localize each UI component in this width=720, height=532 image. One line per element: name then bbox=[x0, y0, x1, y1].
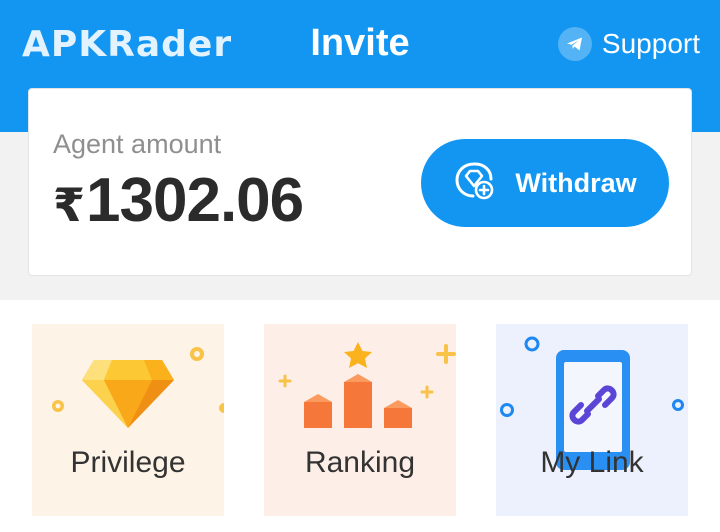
diamond-icon bbox=[52, 347, 224, 428]
agent-amount-card: Agent amount ₹1302.06 Withdraw bbox=[28, 88, 692, 276]
amount-number: 1302.06 bbox=[86, 166, 304, 235]
withdraw-button[interactable]: Withdraw bbox=[421, 139, 669, 227]
withdraw-label: Withdraw bbox=[515, 167, 637, 198]
support-button[interactable]: Support bbox=[557, 24, 700, 64]
privilege-tile[interactable]: Privilege bbox=[32, 324, 224, 516]
support-label: Support bbox=[601, 28, 700, 59]
agent-amount-value: ₹1302.06 bbox=[53, 165, 304, 236]
privilege-label: Privilege bbox=[70, 446, 186, 479]
my-link-label: My Link bbox=[540, 446, 644, 479]
ranking-podium-icon bbox=[278, 342, 456, 428]
feature-panel: Privilege Ranking My Link bbox=[0, 300, 720, 532]
currency-symbol: ₹ bbox=[53, 179, 85, 231]
phone-link-icon bbox=[500, 336, 684, 470]
agent-amount-label: Agent amount bbox=[53, 129, 222, 159]
telegram-icon bbox=[557, 27, 592, 61]
ranking-label: Ranking bbox=[304, 446, 416, 479]
ranking-tile[interactable]: Ranking bbox=[264, 324, 456, 516]
my-link-tile[interactable]: My Link bbox=[496, 324, 688, 516]
diamond-plus-icon bbox=[453, 159, 497, 208]
